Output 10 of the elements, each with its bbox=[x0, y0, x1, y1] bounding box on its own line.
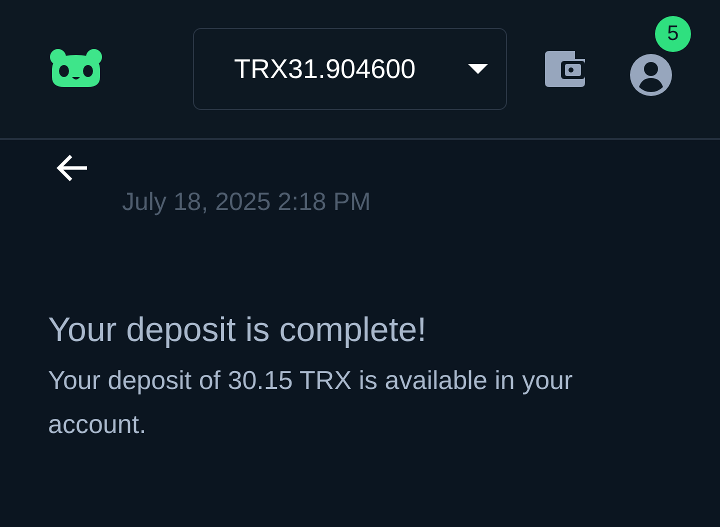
status-message: Your deposit of 30.15 TRX is available in your account. bbox=[48, 364, 574, 441]
balance-dropdown[interactable]: TRX31.904600 bbox=[193, 28, 507, 110]
wallet-icon[interactable] bbox=[545, 51, 585, 87]
caret-icon bbox=[468, 64, 488, 74]
notification-badge: 5 bbox=[655, 16, 691, 52]
transaction-date: July 18, 2025 2:18 PM bbox=[122, 188, 372, 217]
user-avatar-icon[interactable] bbox=[630, 54, 672, 96]
status-title: Your deposit is complete! bbox=[48, 311, 428, 350]
back-arrow-icon[interactable] bbox=[55, 154, 89, 182]
panda-logo-icon[interactable] bbox=[48, 49, 104, 89]
